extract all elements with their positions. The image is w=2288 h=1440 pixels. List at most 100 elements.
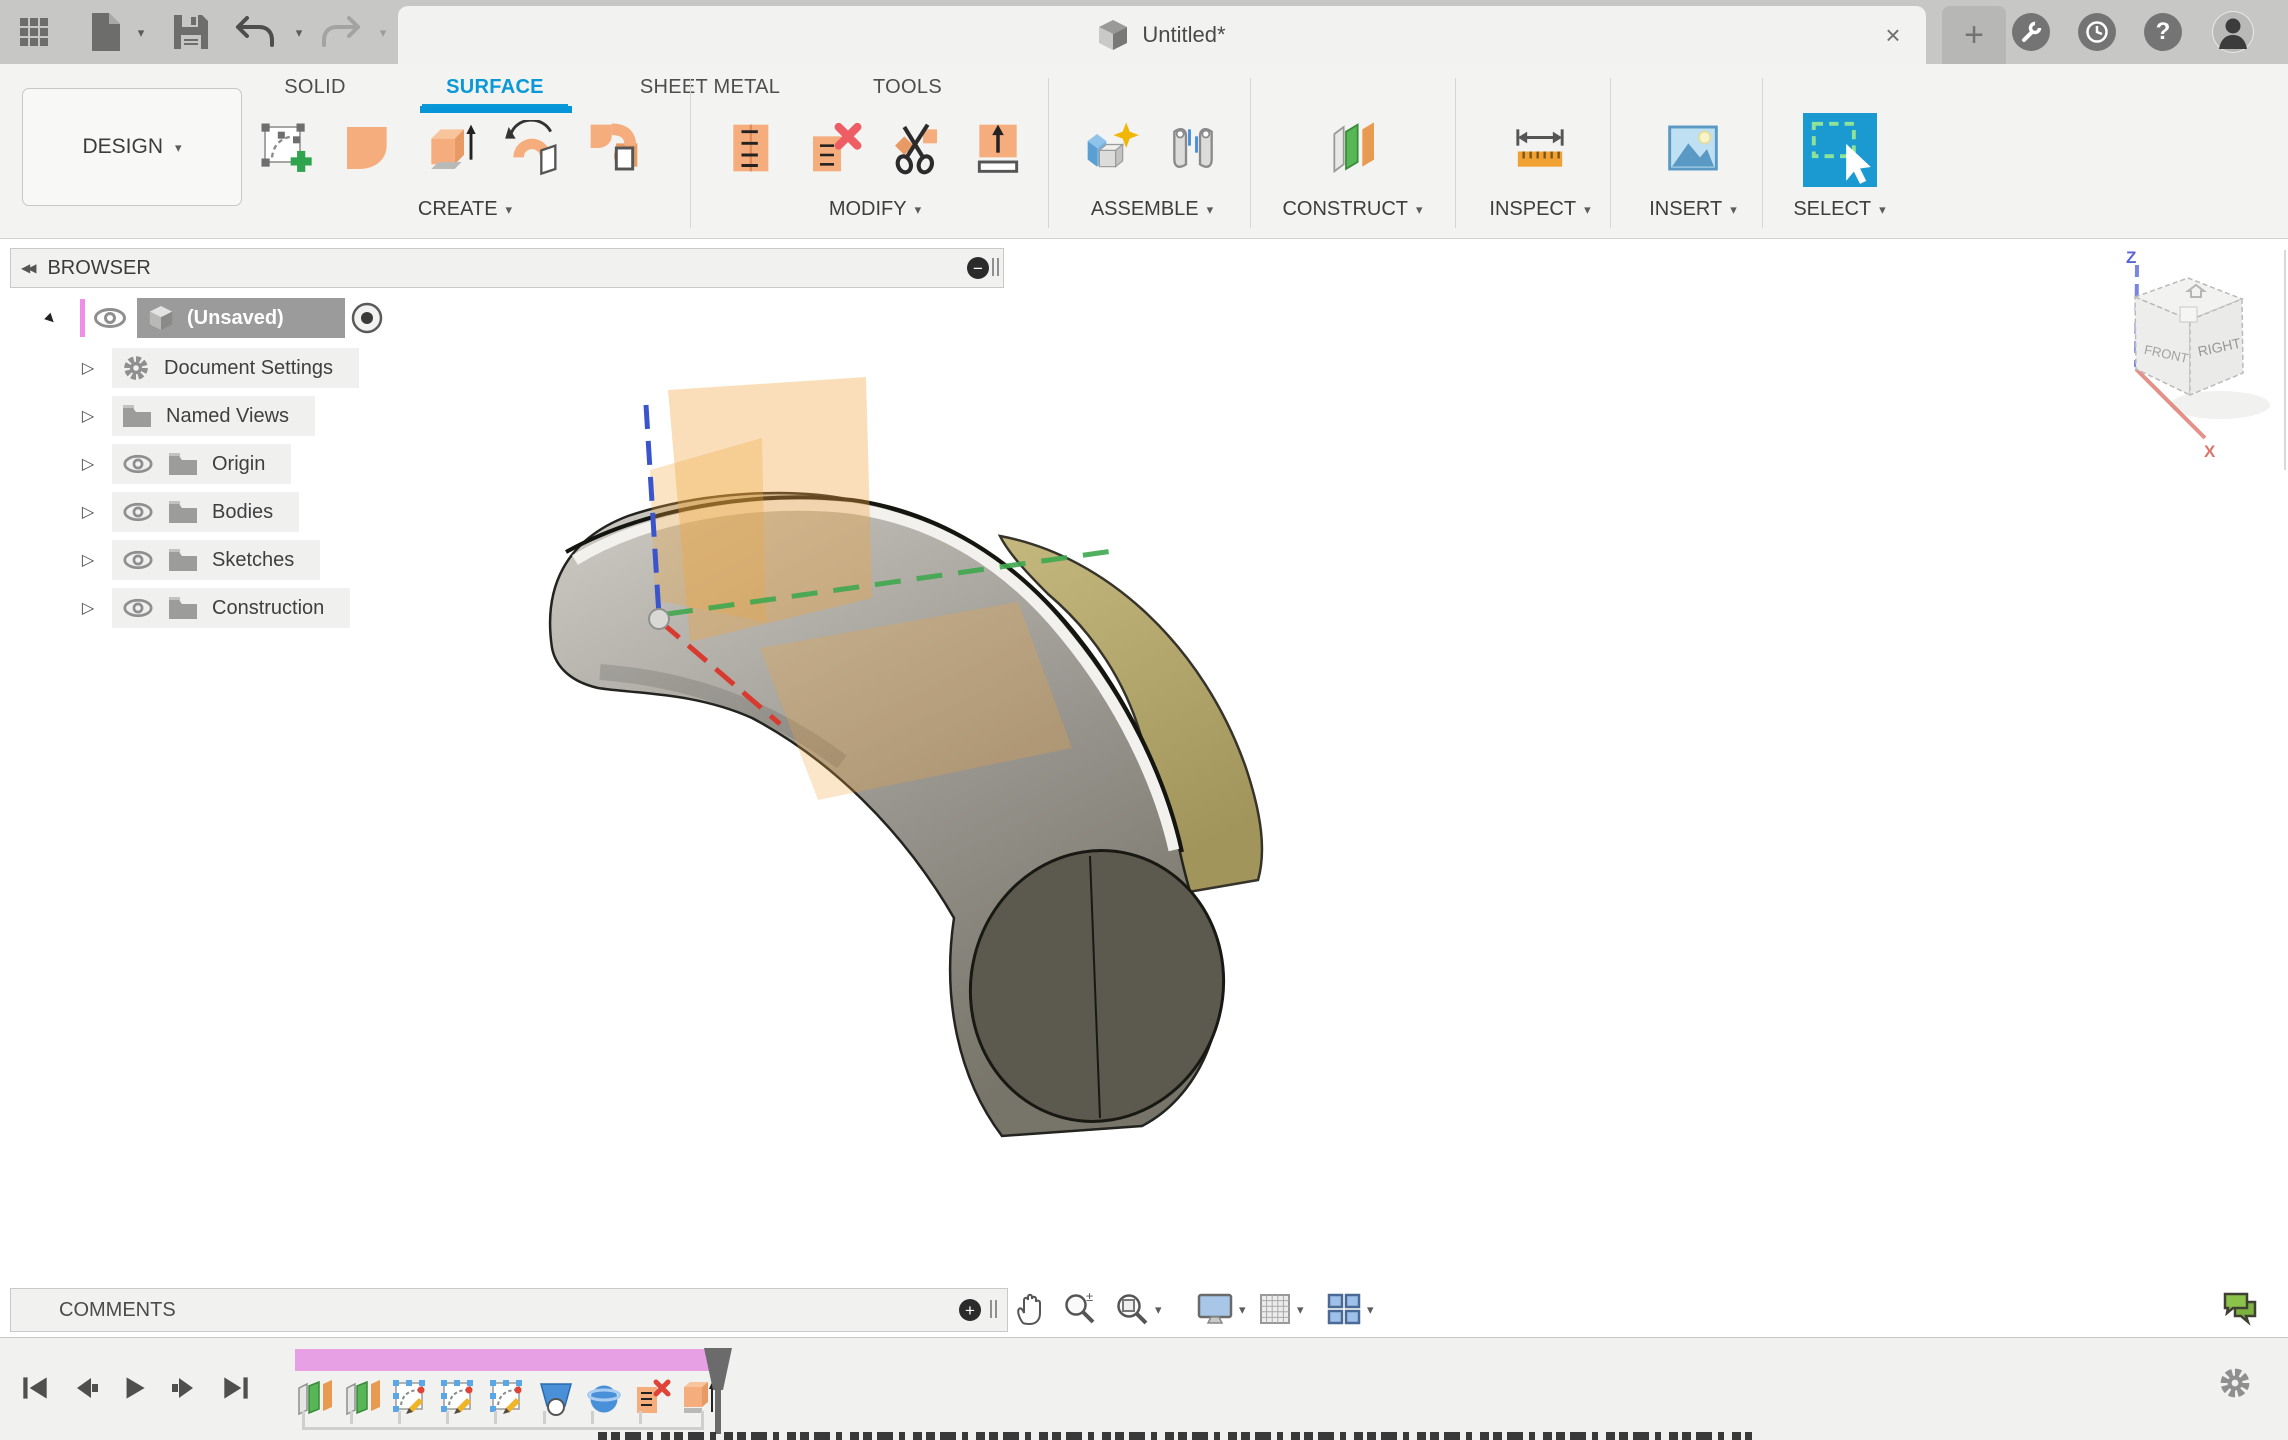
timeline-playhead[interactable] xyxy=(702,1346,734,1436)
construction-plane-button[interactable] xyxy=(1322,110,1384,186)
expand-triangle-icon[interactable]: ▷ xyxy=(78,598,98,618)
insert-dropdown[interactable]: INSERT ▾ xyxy=(1628,198,1758,221)
undo-button[interactable] xyxy=(232,0,278,64)
joint-button[interactable] xyxy=(1162,110,1224,186)
extend-button[interactable] xyxy=(967,110,1029,186)
help-button[interactable]: ? xyxy=(2144,13,2182,51)
workspace-selector[interactable]: DESIGN ▾ xyxy=(22,88,242,206)
chevron-down-icon: ▾ xyxy=(1730,203,1737,216)
user-avatar[interactable] xyxy=(2212,11,2254,53)
expand-triangle-icon[interactable]: ▷ xyxy=(78,358,98,378)
expand-triangle-icon[interactable]: ▷ xyxy=(78,502,98,522)
browser-row-document-settings[interactable]: ▷ Document Settings xyxy=(0,344,359,392)
chevron-down-icon: ▾ xyxy=(1584,203,1591,216)
visibility-eye-icon[interactable] xyxy=(122,502,154,522)
browser-row-origin[interactable]: ▷ Origin xyxy=(0,440,291,488)
canvas-button[interactable] xyxy=(1662,110,1724,186)
measure-button[interactable] xyxy=(1509,110,1571,186)
tab-sheet-metal[interactable]: SHEET METAL xyxy=(615,64,805,110)
grid-snap-button[interactable]: ▾ xyxy=(1258,1288,1304,1330)
question-icon: ? xyxy=(2156,18,2171,46)
assemble-dropdown[interactable]: ASSEMBLE ▾ xyxy=(1062,198,1242,221)
zoom-window-button[interactable]: ▾ xyxy=(1114,1288,1162,1330)
skip-start-icon xyxy=(18,1371,52,1405)
create-dropdown[interactable]: CREATE ▾ xyxy=(255,198,675,221)
origin-plane-yz[interactable] xyxy=(650,438,766,622)
row-label: Construction xyxy=(212,597,324,620)
joint-icon xyxy=(1165,120,1221,176)
new-component-button[interactable] xyxy=(1080,110,1142,186)
browser-options-button[interactable]: − xyxy=(967,257,989,279)
construct-dropdown[interactable]: CONSTRUCT ▾ xyxy=(1270,198,1435,221)
display-settings-button[interactable]: ▾ xyxy=(1196,1288,1246,1330)
visibility-eye-icon[interactable] xyxy=(93,307,127,329)
timeline-go-to-end-button[interactable] xyxy=(216,1368,256,1408)
comments-options-button[interactable]: + xyxy=(959,1299,981,1321)
group-separator xyxy=(1610,78,1611,228)
browser-row-named-views[interactable]: ▷ Named Views xyxy=(0,392,315,440)
construction-plane-icon xyxy=(1325,120,1381,176)
file-menu-button[interactable] xyxy=(82,0,128,64)
timeline-settings-button[interactable] xyxy=(2218,1366,2252,1400)
inspect-dropdown[interactable]: INSPECT ▾ xyxy=(1475,198,1605,221)
activate-radio-button[interactable] xyxy=(351,302,383,334)
browser-row-sketches[interactable]: ▷ Sketches xyxy=(0,536,320,584)
stitch-button[interactable] xyxy=(721,110,783,186)
root-component[interactable]: (Unsaved) xyxy=(137,298,345,338)
gear-icon xyxy=(2218,1366,2252,1400)
unstitch-button[interactable] xyxy=(803,110,865,186)
job-status-button[interactable] xyxy=(2012,13,2050,51)
timeline-step-back-button[interactable] xyxy=(66,1368,106,1408)
modify-dropdown[interactable]: MODIFY ▾ xyxy=(700,198,1050,221)
pan-button[interactable] xyxy=(1014,1288,1048,1330)
visibility-eye-icon[interactable] xyxy=(122,598,154,618)
viewcube[interactable]: FRONT RIGHT Z X xyxy=(2100,245,2288,475)
clipped-background-text xyxy=(598,1432,1752,1440)
browser-row-bodies[interactable]: ▷ Bodies xyxy=(0,488,299,536)
undo-caret[interactable]: ▾ xyxy=(288,0,310,64)
trim-button[interactable] xyxy=(885,110,947,186)
select-button[interactable] xyxy=(1802,110,1878,190)
sweep-button[interactable] xyxy=(583,110,645,186)
file-menu-caret[interactable]: ▾ xyxy=(130,0,152,64)
revolve-button[interactable] xyxy=(501,110,563,186)
timeline-step-forward-button[interactable] xyxy=(164,1368,204,1408)
create-sketch-button[interactable] xyxy=(255,110,317,186)
collapse-panel-icon[interactable]: ◀◀ xyxy=(21,261,33,275)
expand-triangle-icon[interactable]: ▾ xyxy=(36,304,65,333)
close-tab-button[interactable]: × xyxy=(1876,18,1910,52)
redo-button[interactable] xyxy=(318,0,364,64)
visibility-eye-icon[interactable] xyxy=(122,454,154,474)
notification-center-button[interactable] xyxy=(2078,13,2116,51)
redo-caret[interactable]: ▾ xyxy=(372,0,394,64)
app-grid-icon[interactable] xyxy=(14,0,54,64)
tab-tools[interactable]: TOOLS xyxy=(850,64,965,110)
zoom-button[interactable]: ± xyxy=(1062,1288,1098,1330)
extrude-button[interactable] xyxy=(419,110,481,186)
select-dropdown[interactable]: SELECT ▾ xyxy=(1772,198,1907,221)
expand-triangle-icon[interactable]: ▷ xyxy=(78,406,98,426)
document-tab[interactable]: Untitled* × xyxy=(398,6,1926,64)
timeline-go-to-start-button[interactable] xyxy=(15,1368,55,1408)
visibility-eye-icon[interactable] xyxy=(122,550,154,570)
comments-resize-grip[interactable] xyxy=(990,1300,997,1318)
browser-resize-grip[interactable] xyxy=(992,258,999,276)
timeline-play-button[interactable] xyxy=(114,1368,154,1408)
save-button[interactable] xyxy=(168,0,214,64)
browser-root-row[interactable]: ▾ (Unsaved) xyxy=(0,294,383,342)
expand-triangle-icon[interactable]: ▷ xyxy=(78,550,98,570)
feedback-button[interactable] xyxy=(2222,1288,2258,1330)
browser-row-construction[interactable]: ▷ Construction xyxy=(0,584,350,632)
patch-button[interactable] xyxy=(337,110,399,186)
root-label: (Unsaved) xyxy=(187,307,284,330)
new-tab-button[interactable]: + xyxy=(1942,6,2006,64)
expand-triangle-icon[interactable]: ▷ xyxy=(78,454,98,474)
selection-bar xyxy=(80,299,85,337)
viewports-button[interactable]: ▾ xyxy=(1326,1288,1374,1330)
tab-surface[interactable]: SURFACE xyxy=(420,64,570,110)
gear-icon xyxy=(122,354,150,382)
comments-panel[interactable]: COMMENTS + xyxy=(10,1288,1008,1332)
tab-solid[interactable]: SOLID xyxy=(265,64,365,110)
browser-header[interactable]: ◀◀ BROWSER − xyxy=(10,248,1004,288)
origin-point[interactable] xyxy=(649,609,669,629)
